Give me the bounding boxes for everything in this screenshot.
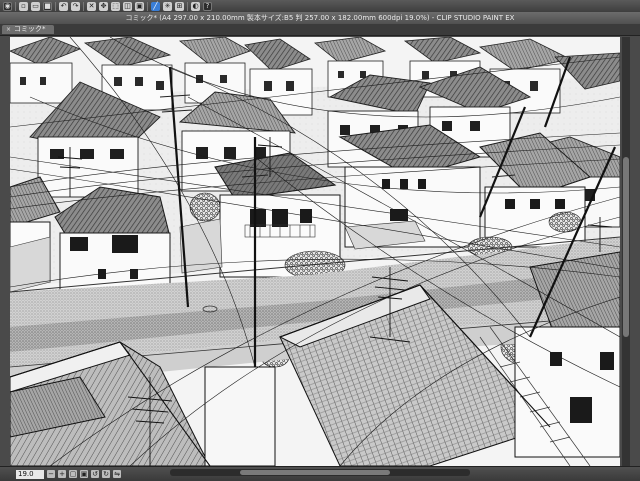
open-icon[interactable]: ▭ (31, 1, 40, 11)
undo-icon[interactable]: ↶ (59, 1, 68, 11)
zoom-out-icon[interactable]: − (47, 470, 55, 478)
toolbar-separator (55, 1, 56, 11)
border-icon[interactable]: ▣ (135, 1, 144, 11)
window-title: コミック* (A4 297.00 x 210.00mm 製本サイズ:B5 判 2… (125, 14, 515, 22)
toolbar-separator (147, 1, 148, 11)
color-icon[interactable]: ◐ (191, 1, 200, 11)
document-tab[interactable]: × コミック* (2, 25, 54, 34)
vertical-scroll-thumb[interactable] (623, 157, 629, 337)
vertical-scrollbar[interactable] (622, 37, 630, 466)
snap-special-ruler-icon[interactable]: ✳ (163, 1, 172, 11)
rotate-left-icon[interactable]: ↺ (91, 470, 99, 478)
transform-icon[interactable]: ✥ (99, 1, 108, 11)
horizontal-scrollbar[interactable] (170, 469, 470, 476)
toolbar-separator (15, 1, 16, 11)
fit-screen-icon[interactable]: ▢ (69, 470, 77, 478)
actual-size-icon[interactable]: ▣ (80, 470, 88, 478)
document-tab-bar: × コミック* (0, 24, 640, 36)
flip-horizontal-icon[interactable]: ⇋ (113, 470, 121, 478)
horizontal-scroll-thumb[interactable] (240, 470, 390, 475)
toolbar-separator (83, 1, 84, 11)
snap-grid-icon[interactable]: ⊞ (175, 1, 184, 11)
toolbar-separator (187, 1, 188, 11)
clip-studio-icon[interactable]: ◉ (3, 1, 12, 11)
document-tab-label: コミック* (14, 25, 46, 33)
snap-ruler-icon[interactable]: ╱ (151, 1, 160, 11)
tab-close-icon[interactable]: × (6, 25, 11, 34)
help-icon[interactable]: ? (203, 1, 212, 11)
redo-icon[interactable]: ↷ (71, 1, 80, 11)
canvas-artwork (10, 37, 620, 466)
clear-icon[interactable]: ✕ (87, 1, 96, 11)
canvas[interactable] (10, 37, 620, 466)
rotate-right-icon[interactable]: ↻ (102, 470, 110, 478)
invert-icon[interactable]: ◫ (123, 1, 132, 11)
zoom-input[interactable]: 19.0 (16, 469, 44, 479)
deselect-icon[interactable]: ⬚ (111, 1, 120, 11)
zoom-in-icon[interactable]: + (58, 470, 66, 478)
new-file-icon[interactable]: ▫ (19, 1, 28, 11)
save-icon[interactable]: ■ (43, 1, 52, 11)
